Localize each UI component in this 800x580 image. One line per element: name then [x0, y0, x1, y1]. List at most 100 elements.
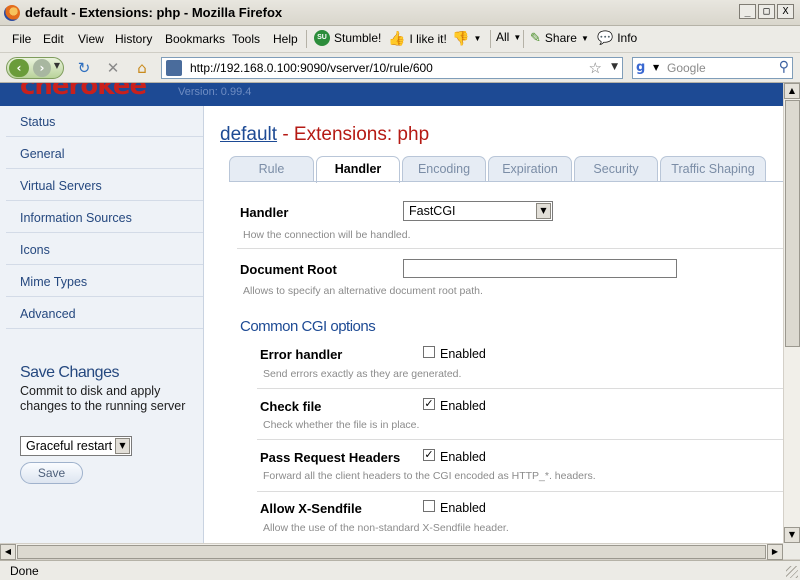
check-file-label: Check file: [260, 399, 322, 414]
enabled-label: Enabled: [440, 501, 486, 515]
i-like-it-button[interactable]: 👍 I like it!: [388, 30, 447, 47]
all-label: All: [496, 30, 510, 44]
bookmark-star-icon[interactable]: ☆: [589, 59, 602, 77]
all-dropdown[interactable]: All ▼: [496, 30, 521, 44]
tab-underline: [229, 181, 783, 182]
tab-label: Expiration: [502, 162, 558, 176]
allow-x-sendfile-checkbox[interactable]: [423, 500, 435, 512]
search-bar[interactable]: g ▼ Google ⚲: [632, 57, 793, 79]
menu-bookmarks[interactable]: Bookmarks: [165, 32, 225, 46]
menu-view[interactable]: View: [78, 32, 104, 46]
scroll-right-arrow-icon[interactable]: ▶: [767, 544, 783, 560]
vertical-scroll-thumb[interactable]: [785, 100, 800, 347]
search-icon[interactable]: ⚲: [779, 59, 789, 75]
pass-request-headers-help: Forward all the client headers to the CG…: [263, 470, 596, 482]
horizontal-scroll-thumb[interactable]: [17, 545, 766, 559]
pass-request-headers-label: Pass Request Headers: [260, 450, 401, 465]
restart-mode-select[interactable]: Graceful restart ▼: [20, 436, 132, 456]
scroll-up-arrow-icon[interactable]: ▲: [784, 83, 800, 99]
menu-edit[interactable]: Edit: [43, 32, 64, 46]
minimize-button[interactable]: _: [739, 4, 756, 19]
thumbs-up-icon: 👍: [388, 30, 406, 46]
history-dropdown-icon[interactable]: ▼: [54, 61, 60, 70]
pass-request-headers-checkbox[interactable]: ✓: [423, 449, 435, 461]
close-button[interactable]: X: [777, 4, 794, 19]
tab-traffic-shaping[interactable]: Traffic Shaping: [660, 156, 766, 182]
document-root-input[interactable]: [403, 259, 677, 278]
sidebar-item-mime-types[interactable]: Mime Types: [6, 266, 203, 297]
window-title-bar: default - Extensions: php - Mozilla Fire…: [0, 0, 800, 26]
tab-rule[interactable]: Rule: [229, 156, 314, 182]
tab-expiration[interactable]: Expiration: [488, 156, 572, 182]
divider: [257, 491, 783, 492]
save-button[interactable]: Save: [20, 462, 83, 484]
error-handler-checkbox[interactable]: [423, 346, 435, 358]
enabled-label: Enabled: [440, 347, 486, 361]
menu-help[interactable]: Help: [273, 32, 298, 46]
home-icon[interactable]: ⌂: [133, 59, 151, 77]
scroll-left-arrow-icon[interactable]: ◀: [0, 544, 16, 560]
allow-x-sendfile-help: Allow the use of the non-standard X-Send…: [263, 522, 509, 534]
menu-separator: [306, 30, 307, 48]
back-arrow-icon[interactable]: ‹: [9, 59, 29, 77]
document-root-help: Allows to specify an alternative documen…: [243, 285, 483, 297]
handler-select[interactable]: FastCGI ▼: [403, 201, 553, 221]
chevron-down-icon: ▼: [513, 32, 522, 42]
sidebar-item-information-sources[interactable]: Information Sources: [6, 202, 203, 233]
speech-bubble-icon: 💬: [597, 30, 614, 45]
url-bar[interactable]: http://192.168.0.100:9090/vserver/10/rul…: [161, 57, 623, 79]
sidebar-item-virtual-servers[interactable]: Virtual Servers: [6, 170, 203, 201]
maximize-button[interactable]: □: [758, 4, 775, 19]
cherokee-logo[interactable]: cherokee: [20, 83, 147, 101]
save-button-label: Save: [37, 466, 66, 480]
restart-mode-value: Graceful restart: [26, 439, 113, 453]
thumbs-down-button[interactable]: 👎 ▼: [452, 30, 481, 47]
reload-icon[interactable]: ↻: [75, 59, 93, 77]
sidebar-item-icons[interactable]: Icons: [6, 234, 203, 265]
version-text: Version: 0.99.4: [178, 86, 252, 98]
save-changes-description: Commit to disk and apply changes to the …: [20, 384, 186, 413]
window-controls: _ □ X: [739, 4, 794, 19]
google-icon[interactable]: g: [636, 60, 652, 76]
site-favicon-icon: [166, 60, 182, 76]
chevron-down-icon[interactable]: ▼: [115, 438, 130, 454]
scroll-down-arrow-icon[interactable]: ▼: [784, 527, 800, 543]
sidebar-item-advanced[interactable]: Advanced: [6, 298, 203, 329]
sidebar-item-general[interactable]: General: [6, 138, 203, 169]
sidebar-item-status[interactable]: Status: [6, 106, 203, 137]
status-bar: Done: [0, 560, 800, 580]
url-dropdown-icon[interactable]: ▼: [611, 62, 618, 72]
vserver-link[interactable]: default: [220, 124, 277, 145]
check-file-checkbox[interactable]: ✓: [423, 398, 435, 410]
vertical-scrollbar[interactable]: ▲ ▼: [783, 83, 800, 543]
tab-label: Encoding: [417, 162, 471, 176]
resize-grip-icon[interactable]: [786, 566, 798, 578]
search-engine-dropdown-icon[interactable]: ▼: [653, 63, 659, 72]
sidebar-item-label: Icons: [20, 243, 50, 257]
sidebar-item-label: Virtual Servers: [20, 179, 102, 193]
divider: [257, 439, 783, 440]
info-button[interactable]: 💬 Info: [597, 30, 637, 46]
menu-separator: [490, 30, 491, 48]
stumble-button[interactable]: SU Stumble!: [314, 30, 381, 46]
save-changes-title: Save Changes: [20, 364, 119, 381]
tab-handler[interactable]: Handler: [316, 156, 400, 183]
forward-arrow-icon[interactable]: ›: [33, 59, 51, 77]
stop-icon[interactable]: ✕: [104, 59, 122, 77]
menu-file[interactable]: File: [12, 32, 31, 46]
window-title: default - Extensions: php - Mozilla Fire…: [25, 5, 283, 20]
document-root-label: Document Root: [240, 262, 337, 277]
share-icon: ✎: [530, 30, 541, 45]
firefox-icon: [4, 5, 20, 21]
scrollbar-corner: [783, 543, 800, 559]
i-like-it-label: I like it!: [409, 31, 447, 46]
check-file-help: Check whether the file is in place.: [263, 419, 420, 431]
menu-tools[interactable]: Tools: [232, 32, 260, 46]
tab-encoding[interactable]: Encoding: [402, 156, 486, 182]
horizontal-scrollbar[interactable]: ◀ ▶: [0, 543, 783, 560]
tab-security[interactable]: Security: [574, 156, 658, 182]
chevron-down-icon[interactable]: ▼: [536, 203, 551, 219]
navigation-toolbar: ‹ › ▼ ↻ ✕ ⌂ http://192.168.0.100:9090/vs…: [0, 53, 800, 83]
menu-history[interactable]: History: [115, 32, 152, 46]
share-button[interactable]: ✎ Share ▼: [530, 30, 589, 46]
